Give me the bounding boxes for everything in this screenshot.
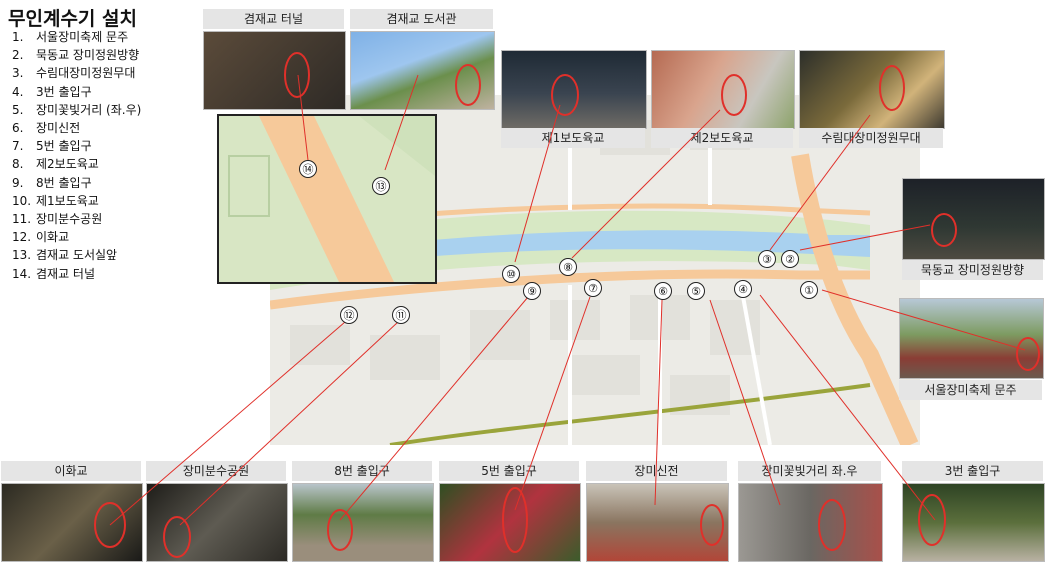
- marker-1: ①: [800, 281, 818, 299]
- caption-tunnel: 겸재교 터널: [203, 9, 344, 29]
- marker-11: ⑪: [392, 306, 410, 324]
- list-item: 14. 겸재교 터널: [12, 266, 96, 281]
- caption-exit5: 5번 출입구: [439, 461, 579, 481]
- list-item: 7. 5번 출입구: [12, 139, 92, 154]
- marker-8: ⑧: [559, 258, 577, 276]
- photo-shrine: [586, 483, 729, 562]
- photo-surimdae: [799, 50, 945, 129]
- caption-bridge1: 제1보도육교: [501, 128, 645, 148]
- location-list: 1. 서울장미축제 문주 2. 묵동교 장미정원방향 3. 수림대장미정원무대 4. 3…: [12, 28, 141, 283]
- photo-bridge2: [651, 50, 795, 129]
- caption-festival: 서울장미축제 문주: [899, 380, 1042, 400]
- caption-exit3: 3번 출입구: [902, 461, 1043, 481]
- list-item: 11. 장미분수공원: [12, 212, 103, 227]
- page-title: 무인계수기 설치: [8, 8, 137, 30]
- photo-library: [350, 31, 495, 110]
- marker-7: ⑦: [584, 279, 602, 297]
- list-item: 13. 겸재교 도서실앞: [12, 248, 118, 263]
- marker-6: ⑥: [654, 282, 672, 300]
- list-item: 1. 서울장미축제 문주: [12, 30, 129, 44]
- list-item: 9. 8번 출입구: [12, 175, 92, 190]
- photo-festival: [899, 298, 1044, 379]
- marker-14: ⑭: [299, 160, 317, 178]
- photo-tunnel: [203, 31, 346, 110]
- caption-library: 겸재교 도서관: [350, 9, 493, 29]
- list-item: 4. 3번 출입구: [12, 84, 92, 99]
- marker-12: ⑫: [340, 306, 358, 324]
- photo-lights: [738, 483, 883, 562]
- list-item: 3. 수림대장미정원무대: [12, 66, 136, 81]
- caption-exit8: 8번 출입구: [292, 461, 432, 481]
- list-item: 8. 제2보도육교: [12, 157, 99, 172]
- photo-ihwa: [1, 483, 143, 562]
- photo-bridge1: [501, 50, 647, 129]
- caption-lights: 장미꽃빛거리 좌.우: [738, 461, 881, 481]
- list-item: 12. 이화교: [12, 230, 70, 245]
- photo-mukdong: [902, 178, 1045, 260]
- caption-surimdae: 수림대장미정원무대: [799, 128, 943, 148]
- photo-fountain: [146, 483, 288, 562]
- marker-4: ④: [734, 280, 752, 298]
- marker-9: ⑨: [523, 282, 541, 300]
- marker-3: ③: [758, 250, 776, 268]
- inset-map: [217, 114, 437, 284]
- photo-exit8: [292, 483, 434, 562]
- caption-bridge2: 제2보도육교: [651, 128, 793, 148]
- list-item: 6. 장미신전: [12, 121, 81, 136]
- inset-graphic: [219, 116, 435, 282]
- marker-13: ⑬: [372, 177, 390, 195]
- caption-shrine: 장미신전: [586, 461, 727, 481]
- list-item: 2. 묵동교 장미정원방향: [12, 48, 140, 63]
- marker-10: ⑩: [502, 265, 520, 283]
- marker-5: ⑤: [687, 282, 705, 300]
- caption-fountain: 장미분수공원: [146, 461, 286, 481]
- caption-ihwa: 이화교: [1, 461, 141, 481]
- list-item: 10. 제1보도육교: [12, 193, 99, 208]
- marker-2: ②: [781, 250, 799, 268]
- photo-exit5: [439, 483, 581, 562]
- list-item: 5. 장미꽃빛거리 (좌.우): [12, 102, 142, 117]
- photo-exit3: [902, 483, 1045, 562]
- caption-mukdong: 묵동교 장미정원방향: [902, 260, 1043, 280]
